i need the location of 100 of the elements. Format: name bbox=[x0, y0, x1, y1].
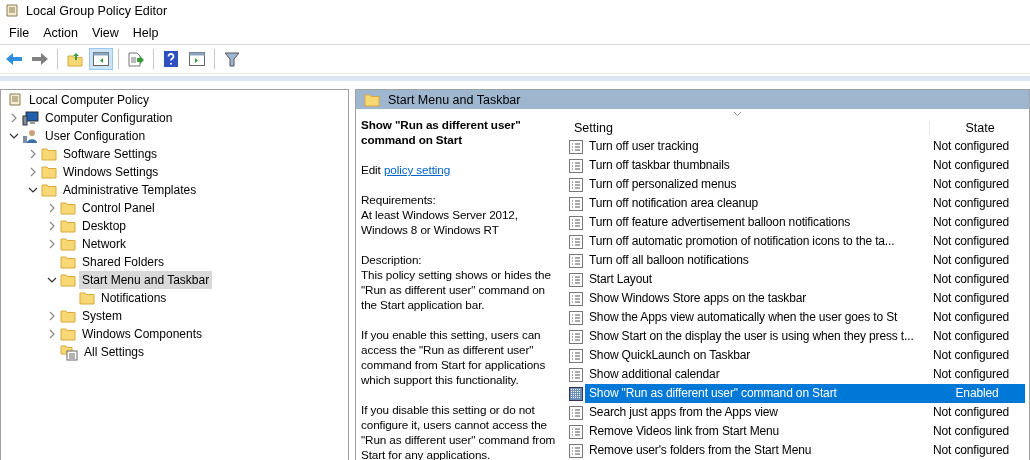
chevron-right-icon[interactable] bbox=[47, 329, 57, 339]
folder-icon bbox=[60, 237, 76, 251]
policy-icon bbox=[569, 310, 583, 325]
policy-setting-link[interactable]: policy setting bbox=[383, 163, 451, 176]
setting-cell[interactable]: Show "Run as different user" command on Start bbox=[585, 384, 929, 403]
setting-cell[interactable]: Turn off personalized menus bbox=[585, 175, 929, 194]
folder-icon bbox=[60, 255, 76, 269]
policy-icon bbox=[569, 196, 583, 211]
state-cell-text: Not configured bbox=[932, 157, 1010, 174]
setting-cell[interactable]: Search just apps from the Apps view bbox=[585, 403, 929, 422]
window-pane-icon bbox=[189, 52, 205, 66]
policy-icon bbox=[569, 424, 583, 439]
state-cell-text: Not configured bbox=[932, 290, 1010, 307]
state-cell-text: Not configured bbox=[932, 195, 1010, 212]
tree-item[interactable]: User Configuration bbox=[42, 127, 149, 145]
policy-icon bbox=[569, 367, 583, 382]
setting-cell[interactable]: Turn off feature advertisement balloon notifications bbox=[585, 213, 929, 232]
chevron-right-icon[interactable] bbox=[47, 239, 57, 249]
folder-icon bbox=[41, 183, 57, 197]
policy-icon bbox=[569, 272, 583, 287]
setting-cell[interactable]: Show Start on the display the user is using when they press t... bbox=[585, 327, 929, 346]
state-cell-text: Not configured bbox=[932, 214, 1010, 231]
tree-item[interactable]: All Settings bbox=[81, 343, 148, 361]
export-list-icon bbox=[128, 51, 144, 67]
chevron-down-icon[interactable] bbox=[47, 275, 57, 285]
policy-icon bbox=[569, 139, 583, 154]
state-cell-text: Not configured bbox=[932, 404, 1010, 421]
chevron-right-icon[interactable] bbox=[28, 167, 38, 177]
setting-cell[interactable]: Remove Videos link from Start Menu bbox=[585, 422, 929, 441]
tree-item[interactable]: Local Computer Policy bbox=[26, 91, 153, 109]
state-cell-text: Not configured bbox=[932, 328, 1010, 345]
policy-icon bbox=[569, 234, 583, 249]
setting-cell[interactable]: Show the Apps view automatically when the user goes to St bbox=[585, 308, 929, 327]
tree-item[interactable]: Computer Configuration bbox=[42, 109, 176, 127]
menu-item[interactable]: Help bbox=[125, 26, 166, 40]
tree-item[interactable]: Notifications bbox=[98, 289, 170, 307]
setting-cell[interactable]: Show additional calendar bbox=[585, 365, 929, 384]
setting-cell[interactable]: Turn off notification area cleanup bbox=[585, 194, 929, 213]
policy-icon bbox=[569, 215, 583, 230]
chevron-down-icon[interactable] bbox=[28, 185, 38, 195]
folder-up-icon bbox=[67, 51, 83, 67]
pane-title: Start Menu and Taskbar bbox=[388, 92, 521, 107]
policy-icon bbox=[569, 253, 583, 268]
tree-item[interactable]: Software Settings bbox=[60, 145, 161, 163]
tree-item[interactable]: Administrative Templates bbox=[60, 181, 200, 199]
description-text: Description: This policy setting shows or hides the "Run as different user" command on the Start application bar. bbox=[361, 252, 552, 312]
setting-cell[interactable]: Turn off all balloon notifications bbox=[585, 251, 929, 270]
folder-icon bbox=[60, 201, 76, 215]
policy-icon bbox=[569, 405, 583, 420]
folder-icon bbox=[60, 327, 76, 341]
chevron-down-icon[interactable] bbox=[9, 131, 19, 141]
policy-icon bbox=[569, 177, 583, 192]
folder-icon bbox=[364, 92, 380, 107]
user-icon bbox=[22, 128, 39, 144]
state-cell-text: Not configured bbox=[932, 271, 1010, 288]
tree-item[interactable]: Control Panel bbox=[79, 199, 158, 217]
state-cell-text: Not configured bbox=[932, 442, 1010, 459]
menu-item[interactable]: View bbox=[84, 26, 126, 40]
setting-cell[interactable]: Turn off user tracking bbox=[585, 137, 929, 156]
filter-icon bbox=[224, 51, 240, 67]
menu-item[interactable]: Action bbox=[36, 26, 85, 40]
tree-item[interactable]: System bbox=[79, 307, 125, 325]
tree-item[interactable]: Windows Settings bbox=[60, 163, 162, 181]
window-pane-icon bbox=[93, 52, 109, 66]
tree-item[interactable]: Network bbox=[79, 235, 129, 253]
tree-item[interactable]: Windows Components bbox=[79, 325, 206, 343]
help-icon bbox=[164, 51, 178, 67]
column-header[interactable]: State bbox=[929, 121, 1025, 135]
setting-cell[interactable]: Start Layout bbox=[585, 270, 929, 289]
chevron-right-icon[interactable] bbox=[47, 311, 57, 321]
menu-item[interactable]: File bbox=[2, 26, 37, 40]
state-cell-text: Not configured bbox=[932, 233, 1010, 250]
policy-icon bbox=[569, 158, 583, 173]
setting-cell[interactable]: Turn off taskbar thumbnails bbox=[585, 156, 929, 175]
setting-cell[interactable]: Turn off automatic promotion of notification icons to the ta... bbox=[585, 232, 929, 251]
state-cell-text: Not configured bbox=[932, 347, 1010, 364]
policy-icon bbox=[569, 291, 583, 306]
column-header[interactable]: Setting bbox=[569, 121, 929, 135]
setting-cell[interactable]: Show QuickLaunch on Taskbar bbox=[585, 346, 929, 365]
description-text: If you enable this setting, users can access the "Run as different user" command from Start for applications which support this functionality. bbox=[361, 327, 547, 387]
tree-item[interactable]: Start Menu and Taskbar bbox=[79, 271, 213, 289]
setting-cell[interactable]: Remove user's folders from the Start Menu bbox=[585, 441, 929, 460]
policy-icon bbox=[569, 386, 583, 401]
toolbar-button[interactable] bbox=[89, 48, 113, 70]
folder-icon bbox=[41, 147, 57, 161]
state-cell-text: Not configured bbox=[932, 423, 1010, 440]
chevron-right-icon[interactable] bbox=[47, 203, 57, 213]
chevron-right-icon[interactable] bbox=[9, 113, 19, 123]
chevron-right-icon[interactable] bbox=[28, 149, 38, 159]
state-cell-text: Not configured bbox=[932, 252, 1010, 269]
scroll-icon bbox=[4, 3, 20, 19]
tree-item[interactable]: Desktop bbox=[79, 217, 130, 235]
chevron-right-icon[interactable] bbox=[47, 221, 57, 231]
state-cell-text: Not configured bbox=[932, 366, 1010, 383]
scroll-icon bbox=[7, 92, 23, 108]
sort-caret-icon bbox=[733, 111, 742, 117]
state-cell-text: Not configured bbox=[932, 309, 1010, 326]
setting-cell[interactable]: Show Windows Store apps on the taskbar bbox=[585, 289, 929, 308]
policy-icon bbox=[569, 348, 583, 363]
tree-item[interactable]: Shared Folders bbox=[79, 253, 168, 271]
